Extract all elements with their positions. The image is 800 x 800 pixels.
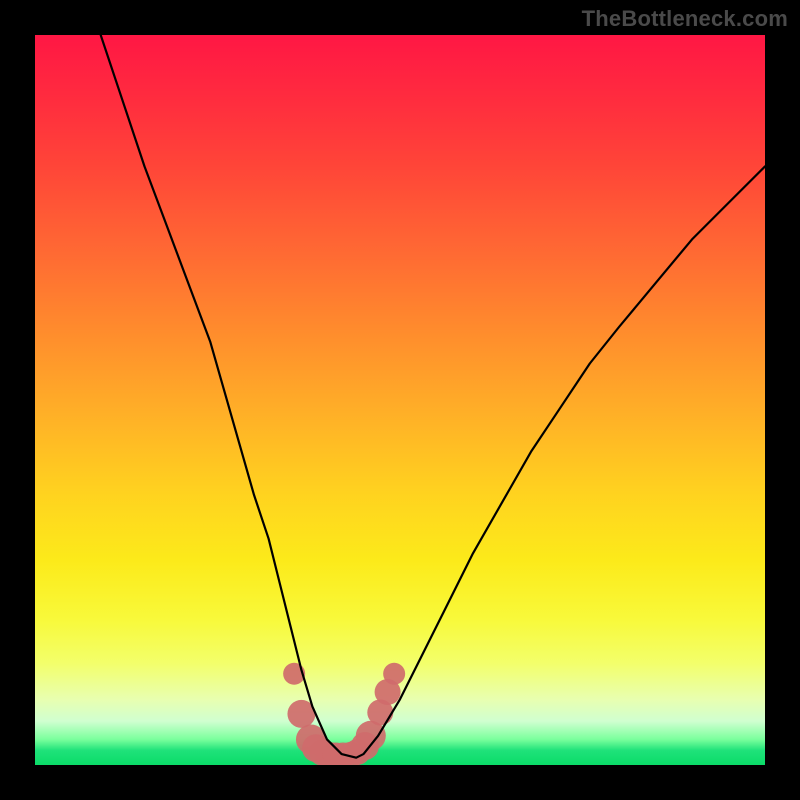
dot — [345, 739, 371, 765]
dot — [309, 740, 335, 765]
bottleneck-curve — [101, 35, 765, 758]
dot — [351, 732, 379, 760]
dot — [356, 721, 386, 751]
dot — [330, 743, 356, 765]
chart-plot-area — [35, 35, 765, 765]
dot — [323, 743, 349, 765]
dot — [375, 679, 401, 705]
dot — [315, 742, 341, 765]
chart-frame: TheBottleneck.com — [0, 0, 800, 800]
dot — [296, 724, 326, 754]
dot — [302, 734, 330, 762]
dot — [287, 700, 315, 728]
dot — [367, 699, 393, 725]
dot — [338, 742, 364, 765]
dot — [383, 663, 405, 685]
dot-band-layer — [283, 663, 405, 765]
watermark-text: TheBottleneck.com — [582, 6, 788, 32]
dot — [283, 663, 305, 685]
chart-svg — [35, 35, 765, 765]
